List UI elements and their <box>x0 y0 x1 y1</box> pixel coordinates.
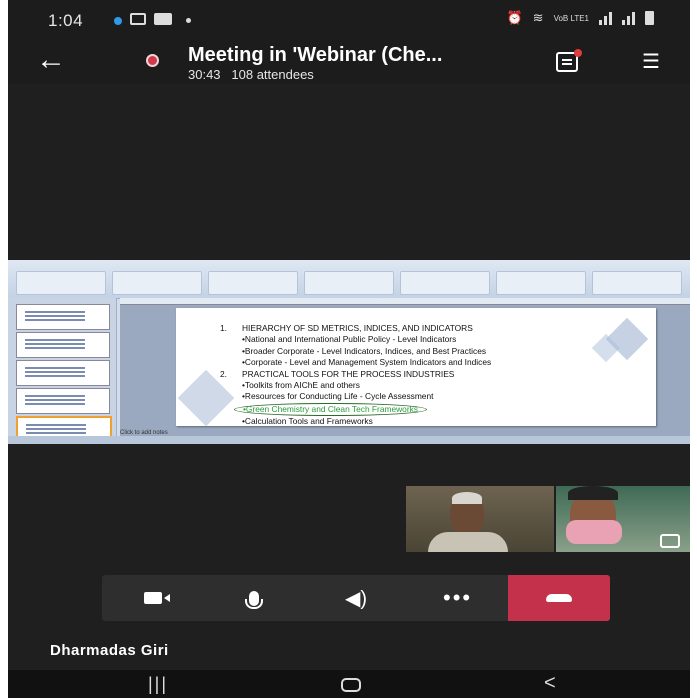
chat-badge <box>574 49 582 57</box>
network-label: VoB LTE1 <box>553 13 589 23</box>
recent-apps-icon[interactable]: ||| <box>148 674 168 695</box>
slide-heading: 1. HIERARCHY OF SD METRICS, INDICES, AND … <box>220 323 640 334</box>
face-mask <box>566 520 622 544</box>
slide-bullet: •Broader Corporate - Level Indicators, I… <box>242 345 487 356</box>
slide-content: 1. HIERARCHY OF SD METRICS, INDICES, AND … <box>220 323 640 426</box>
more-button[interactable]: ••• <box>407 575 509 621</box>
slide-bullet-highlighted: •Green Chemistry and Clean Tech Framewor… <box>220 402 640 417</box>
slide-thumbnail <box>16 360 110 386</box>
status-bar: 1:04 ⏰ ≋ VoB LTE1 <box>8 0 690 40</box>
android-nav-bar: ||| < <box>8 670 690 698</box>
slide-bullet: •Resources for Conducting Life - Cycle A… <box>242 391 434 402</box>
powerpoint-status-bar <box>8 436 690 444</box>
self-video[interactable] <box>556 486 690 552</box>
participants-icon[interactable]: ☰ <box>642 49 660 74</box>
participant-hair <box>452 492 482 504</box>
call-controls: ◀) ••• <box>102 575 610 621</box>
slide-thumbnail <box>16 304 110 330</box>
back-icon[interactable]: < <box>544 672 556 695</box>
attendee-count: 108 attendees <box>231 67 314 82</box>
slide-canvas: 1. HIERARCHY OF SD METRICS, INDICES, AND … <box>120 298 690 444</box>
home-icon[interactable] <box>341 678 361 692</box>
camera-button[interactable] <box>102 575 204 621</box>
gallery-notification-icon <box>130 13 146 25</box>
back-arrow-icon[interactable]: ← <box>36 44 66 76</box>
highlighted-text: •Green Chemistry and Clean Tech Framewor… <box>234 402 427 417</box>
ribbon-groups <box>16 271 682 295</box>
recording-icon <box>146 54 159 67</box>
heading-number: 2. <box>220 368 227 379</box>
alarm-icon: ⏰ <box>506 10 523 25</box>
more-icon: ••• <box>443 585 473 610</box>
wifi-icon: ≋ <box>532 10 544 25</box>
status-icons: ⏰ ≋ VoB LTE1 <box>506 10 654 26</box>
notification-dot-icon <box>114 17 122 25</box>
speaker-button[interactable]: ◀) <box>305 575 407 621</box>
message-notification-icon <box>154 13 172 25</box>
microphone-icon <box>245 590 264 609</box>
powerpoint-ribbon <box>8 260 690 299</box>
meeting-header: ← Meeting in 'Webinar (Che... 30:43 108 … <box>8 40 690 84</box>
signal-icon <box>599 11 612 25</box>
slide-thumbnail <box>16 388 110 414</box>
participant-video-1[interactable] <box>406 486 554 552</box>
slide-bullet: •National and International Public Polic… <box>242 334 457 345</box>
battery-icon <box>645 11 654 25</box>
shared-screen: 1. HIERARCHY OF SD METRICS, INDICES, AND … <box>8 260 690 444</box>
meeting-info: 30:43 108 attendees <box>188 67 314 82</box>
stage-background <box>8 84 690 260</box>
end-call-button[interactable] <box>508 575 610 621</box>
signal-icon-2 <box>622 11 635 25</box>
slide-thumbnail <box>16 332 110 358</box>
switch-camera-icon[interactable] <box>660 534 680 548</box>
participant-hair <box>568 486 618 500</box>
meeting-title: Meeting in 'Webinar (Che... <box>188 44 443 66</box>
more-notifications-icon <box>186 18 191 23</box>
slide-heading: 2. PRACTICAL TOOLS FOR THE PROCESS INDUST… <box>220 369 640 380</box>
meeting-duration: 30:43 <box>188 67 221 82</box>
camera-icon <box>143 592 170 604</box>
phone-screen: 1:04 ⏰ ≋ VoB LTE1 ← Meeting in 'Webinar … <box>8 0 690 698</box>
slide-bullet: •Calculation Tools and Frameworks <box>242 416 373 426</box>
heading-text: HIERARCHY OF SD METRICS, INDICES, AND IN… <box>242 323 473 333</box>
participant-body <box>428 532 508 552</box>
mic-button[interactable] <box>204 575 306 621</box>
status-time: 1:04 <box>48 11 84 30</box>
slide-page: 1. HIERARCHY OF SD METRICS, INDICES, AND … <box>176 308 656 426</box>
participant-name: Dharmadas Giri <box>50 642 169 659</box>
heading-number: 1. <box>220 323 227 333</box>
slide-bullet: •Corporate - Level and Management System… <box>242 357 492 368</box>
hang-up-icon <box>546 594 573 602</box>
call-area: ◀) ••• Dharmadas Giri <box>8 444 690 670</box>
ruler <box>120 298 690 305</box>
heading-text: PRACTICAL TOOLS FOR THE PROCESS INDUSTRI… <box>242 368 455 379</box>
slide-bullet: •Toolkits from AIChE and others <box>242 380 360 391</box>
speaker-icon: ◀) <box>344 587 367 610</box>
slide-thumbnails <box>8 298 117 444</box>
